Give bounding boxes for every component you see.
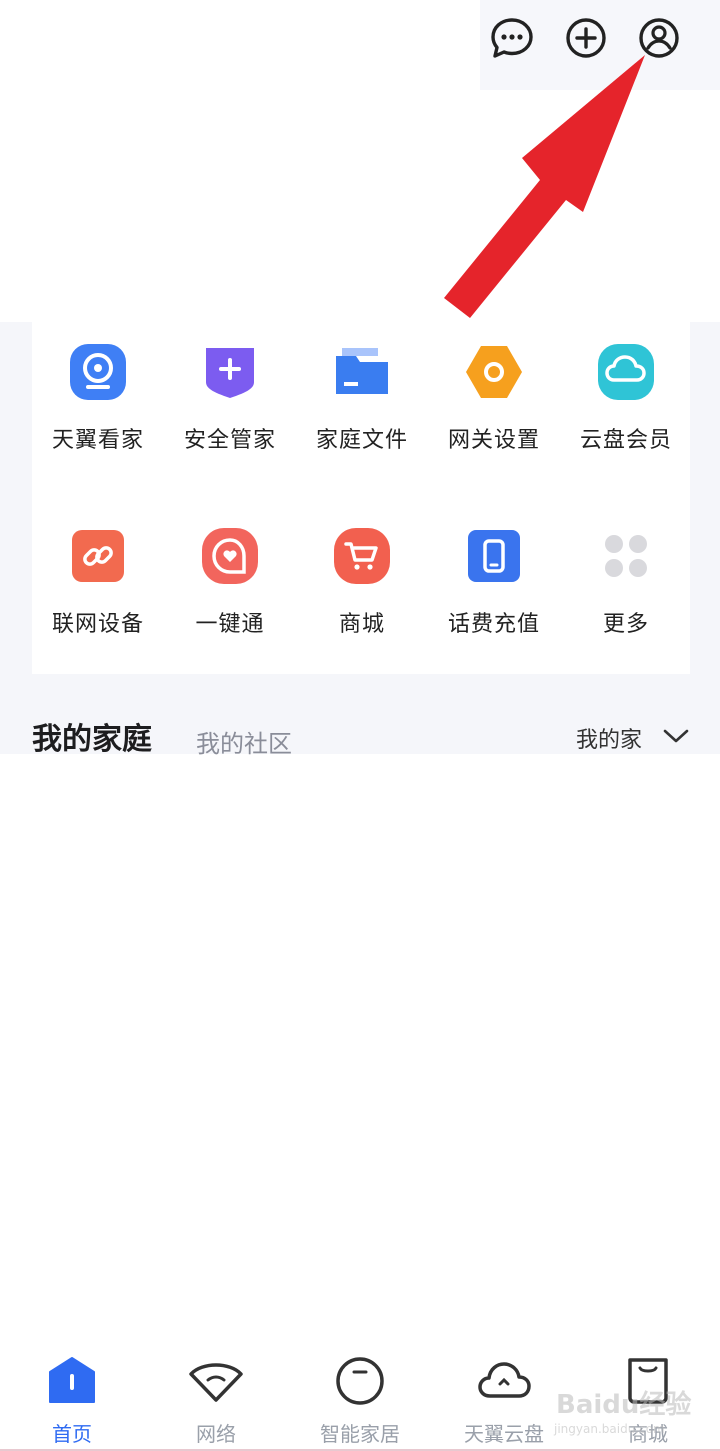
tab-network[interactable]: 网络 (144, 1340, 288, 1451)
tab-home[interactable]: 首页 (0, 1340, 144, 1451)
service-huafei-chongzhi[interactable]: 话费充值 (428, 506, 560, 656)
add-icon[interactable] (562, 14, 610, 62)
service-anquan-guanjia[interactable]: 安全管家 (164, 322, 296, 472)
tab-smart-home[interactable]: 智能家居 (288, 1340, 432, 1451)
services-grid: 天翼看家 安全管家 家庭文件 网关设置 云盘会员 联网设备 一键通 商城 话费充… (32, 322, 690, 674)
service-label: 更多 (602, 612, 649, 637)
tab-label: 网络 (196, 1422, 236, 1446)
service-label: 家庭文件 (315, 428, 408, 453)
shield-plus-icon (200, 342, 260, 402)
tab-my-family[interactable]: 我的家庭 (32, 714, 152, 758)
watermark-brand: Baidu经验 (556, 1390, 692, 1420)
service-wangguan-shezhi[interactable]: 网关设置 (428, 322, 560, 472)
service-lianwang-shebei[interactable]: 联网设备 (32, 506, 164, 656)
user-icon[interactable] (635, 14, 683, 62)
home-icon (44, 1354, 100, 1406)
gateway-icon (464, 342, 524, 402)
service-label: 云盘会员 (579, 428, 672, 453)
service-label: 话费充值 (447, 612, 540, 637)
watermark-url: jingyan.baidu.com (554, 1422, 665, 1436)
tab-my-community[interactable]: 我的社区 (196, 724, 292, 759)
service-yijiantong[interactable]: 一键通 (164, 506, 296, 656)
service-label: 联网设备 (51, 612, 144, 637)
cloud-disk-icon (476, 1354, 532, 1406)
smart-home-icon (332, 1354, 388, 1406)
network-icon (188, 1354, 244, 1406)
top-toolbar (480, 0, 720, 90)
cart-icon (332, 526, 392, 586)
service-label: 网关设置 (447, 428, 540, 453)
service-tianyi-kanjia[interactable]: 天翼看家 (32, 322, 164, 472)
camera-icon (68, 342, 128, 402)
link-icon (68, 526, 128, 586)
service-label: 商城 (338, 612, 385, 637)
chevron-down-icon[interactable] (662, 726, 690, 746)
tab-label: 智能家居 (320, 1422, 400, 1446)
service-jiating-wenjian[interactable]: 家庭文件 (296, 322, 428, 472)
service-yunpan-huiyuan[interactable]: 云盘会员 (560, 322, 692, 472)
message-icon[interactable] (488, 14, 536, 62)
service-gengduo[interactable]: 更多 (560, 506, 692, 656)
tab-label: 首页 (52, 1422, 92, 1446)
heart-chat-icon (200, 526, 260, 586)
phone-icon (464, 526, 524, 586)
more-icon (596, 526, 656, 586)
cloud-icon (596, 342, 656, 402)
service-shangcheng[interactable]: 商城 (296, 506, 428, 656)
service-label: 安全管家 (183, 428, 276, 453)
baidu-watermark: Baidu经验 jingyan.baidu.com (550, 1384, 720, 1446)
folder-icon (332, 342, 392, 402)
service-label: 天翼看家 (51, 428, 144, 453)
home-selector[interactable]: 我的家 (576, 722, 642, 754)
service-label: 一键通 (195, 612, 265, 637)
